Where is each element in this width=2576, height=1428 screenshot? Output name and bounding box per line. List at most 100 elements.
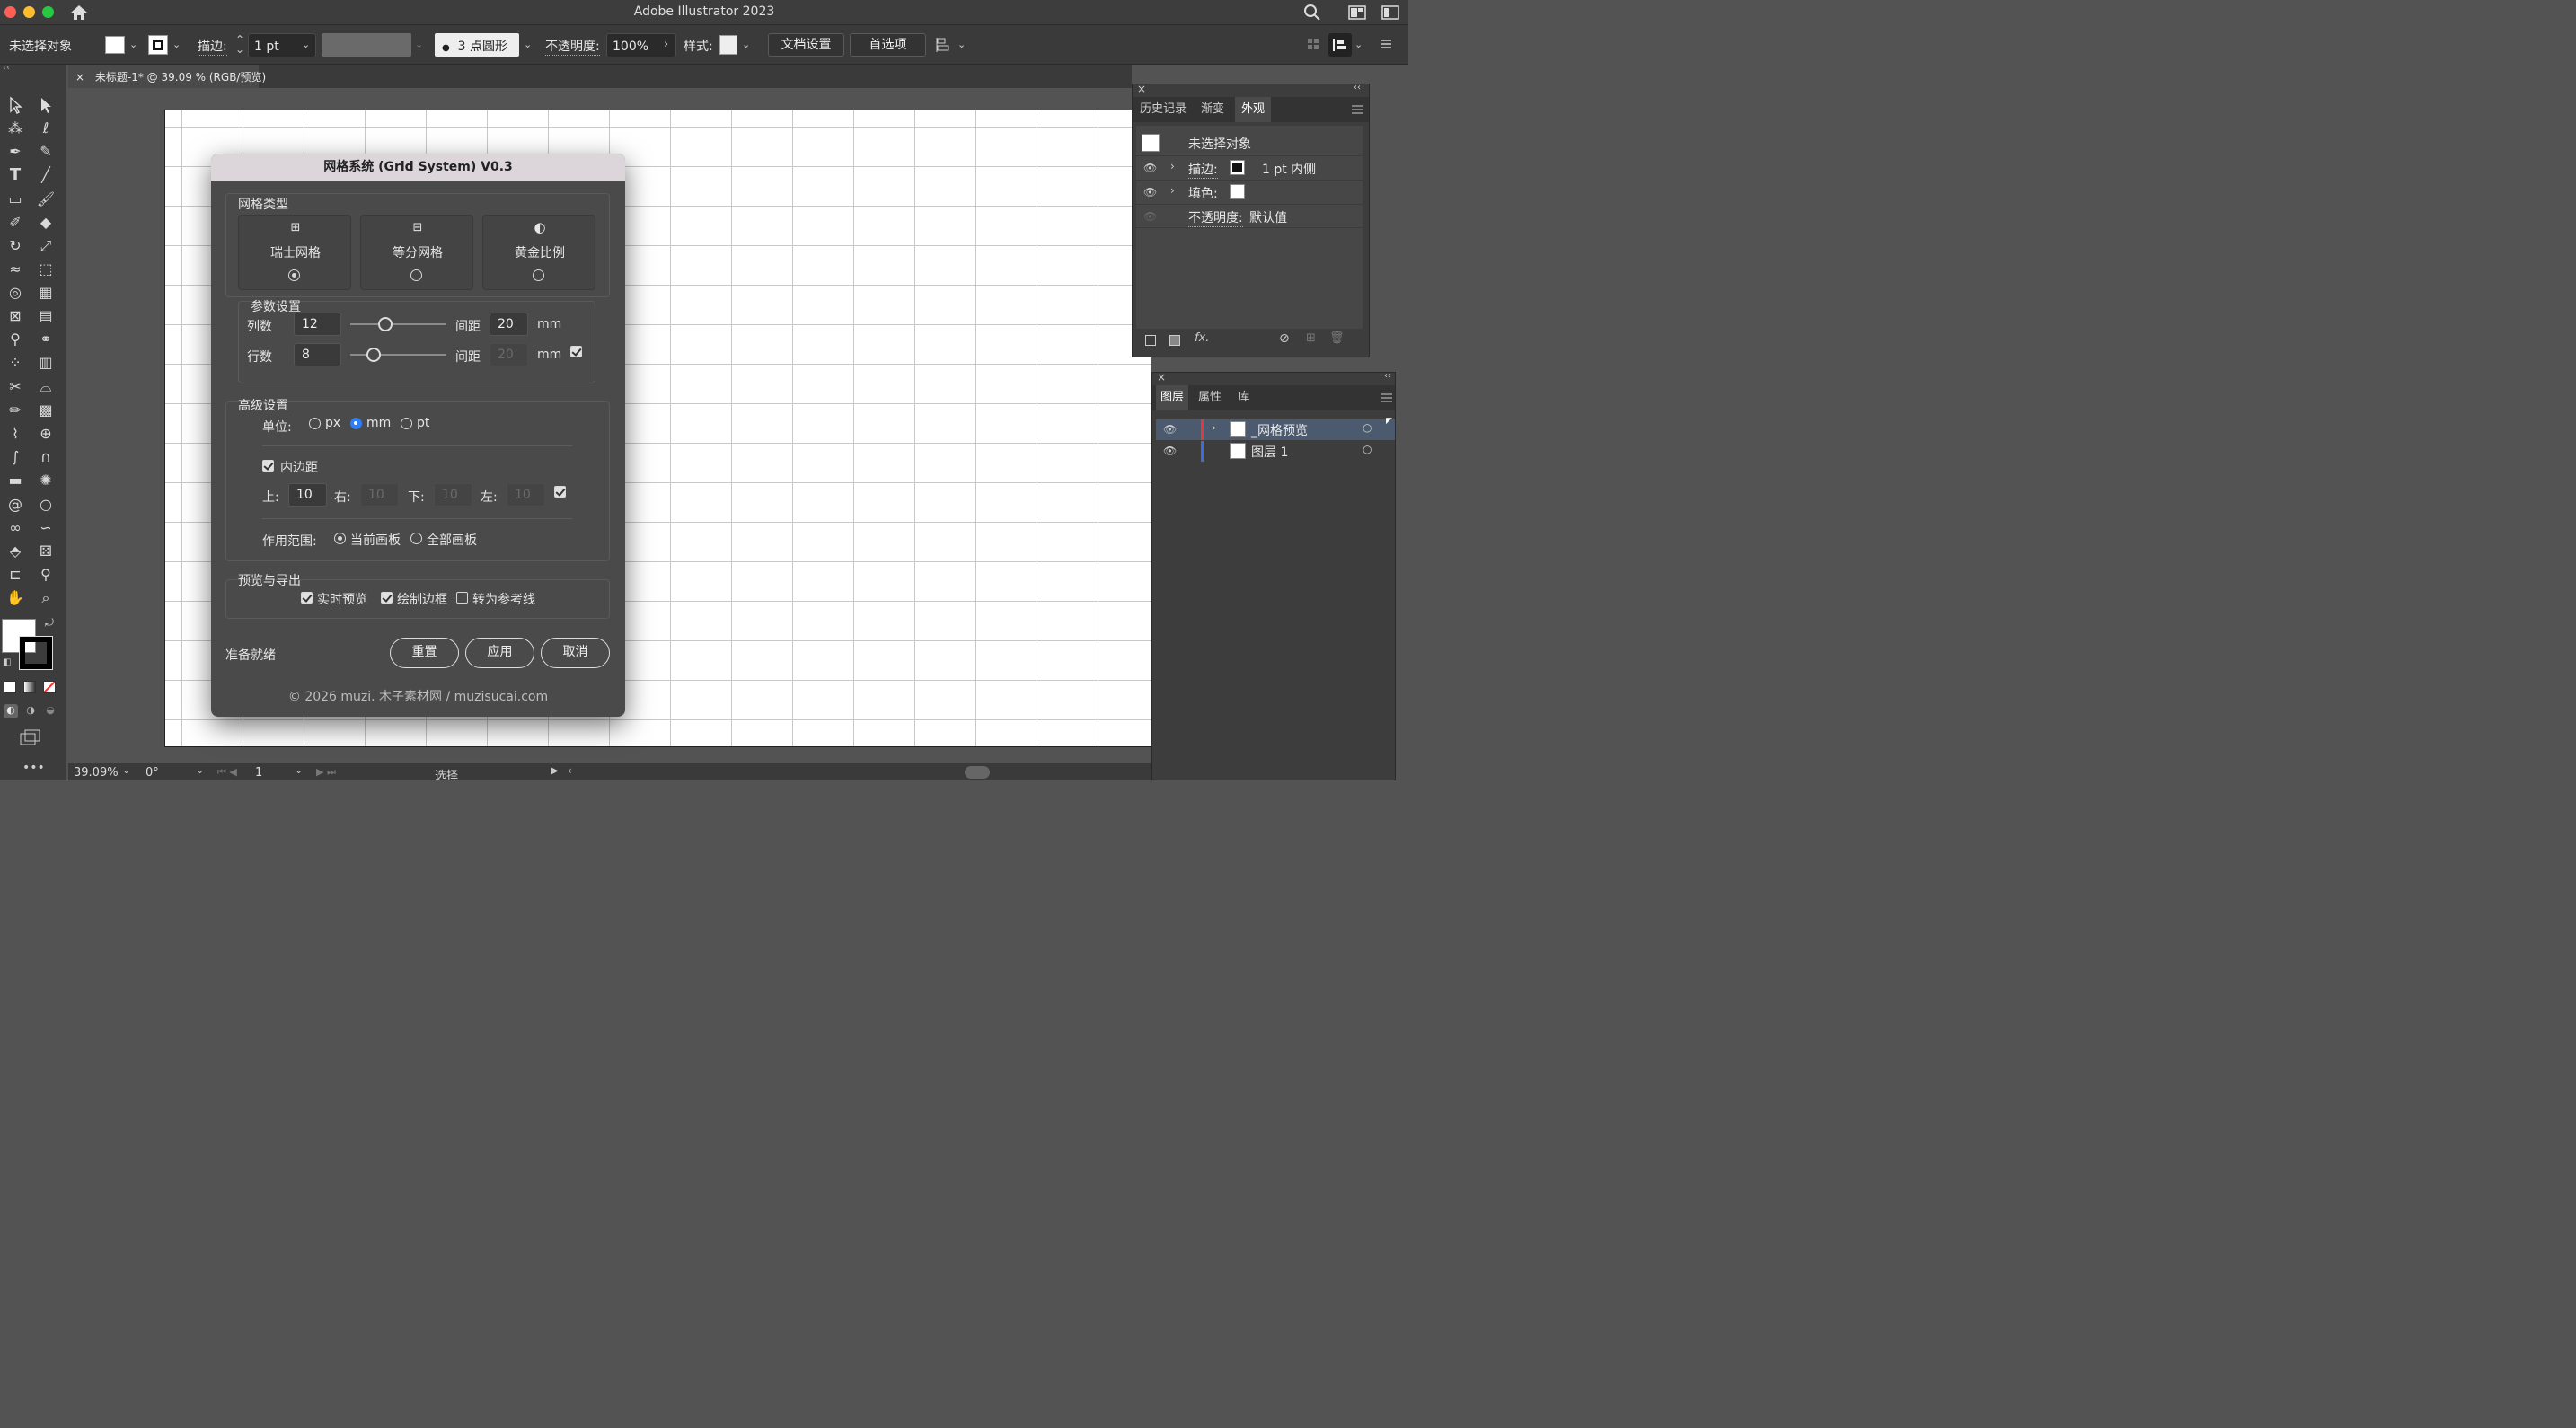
opacity-label[interactable]: 不透明度: bbox=[545, 37, 600, 56]
target-icon[interactable]: ○ bbox=[1363, 443, 1372, 455]
stroke-swatch[interactable] bbox=[1230, 160, 1245, 175]
artboard-tool-icon[interactable]: ✂ bbox=[5, 377, 25, 397]
crystallize-tool-icon[interactable]: ✺ bbox=[36, 471, 56, 490]
draw-border-checkbox[interactable] bbox=[381, 592, 393, 604]
stroke-color-swatch[interactable] bbox=[19, 636, 53, 670]
preferences-button[interactable]: 首选项 bbox=[850, 33, 926, 57]
grid-option-swiss[interactable]: ⊞ 瑞士网格 bbox=[238, 215, 351, 290]
mesh-tool-icon[interactable]: ⊠ bbox=[5, 306, 25, 326]
variable-width-profile[interactable] bbox=[322, 33, 411, 57]
line-tool-icon[interactable]: ╱ bbox=[36, 165, 56, 185]
artboard-number[interactable]: 1 bbox=[255, 766, 262, 780]
anchor-tool-icon[interactable]: ⌇ bbox=[5, 424, 25, 444]
zoom-tool-icon[interactable]: ⌕ bbox=[36, 588, 56, 608]
unit-pt-radio[interactable] bbox=[401, 418, 412, 429]
panel-layout-icon[interactable] bbox=[1381, 5, 1399, 20]
chevron-down-icon[interactable]: ⌄ bbox=[1354, 39, 1363, 50]
link-padding-checkbox[interactable] bbox=[554, 486, 566, 498]
ruler-tool-icon[interactable]: ▬ bbox=[5, 471, 25, 490]
symbol-sprayer-tool-icon[interactable]: ⁘ bbox=[5, 353, 25, 373]
tab-layers[interactable]: 图层 bbox=[1156, 385, 1188, 410]
graphic-style-swatch[interactable] bbox=[719, 35, 737, 55]
column-graph-tool-icon[interactable]: ▥ bbox=[36, 353, 56, 373]
path-tool-icon[interactable]: ∽ bbox=[36, 518, 56, 538]
crop-tool-icon[interactable]: ⊏ bbox=[5, 565, 25, 585]
chevron-down-icon[interactable]: ⌄ bbox=[129, 39, 137, 50]
close-tab-icon[interactable]: × bbox=[75, 71, 84, 84]
scope-current-radio[interactable] bbox=[334, 533, 346, 544]
chevron-down-icon[interactable]: ⌄ bbox=[742, 39, 750, 50]
columns-slider-track[interactable] bbox=[350, 323, 446, 325]
padding-right-input[interactable]: 10 bbox=[360, 483, 399, 507]
close-panel-icon[interactable]: × bbox=[1137, 83, 1146, 95]
chevron-right-icon[interactable]: › bbox=[1170, 184, 1175, 197]
chevron-down-icon[interactable]: ⌄ bbox=[415, 39, 423, 50]
shaper-tool-icon[interactable]: ✐ bbox=[5, 213, 25, 233]
padding-bottom-input[interactable]: 10 bbox=[434, 483, 472, 507]
layer-row-layer-1[interactable]: 👁︎ 图层 1 ○ bbox=[1156, 441, 1395, 462]
padding-left-input[interactable]: 10 bbox=[507, 483, 545, 507]
tab-gradient[interactable]: 渐变 bbox=[1192, 97, 1233, 122]
add-fill-icon[interactable] bbox=[1169, 335, 1180, 346]
duplicate-item-icon[interactable]: ⊞ bbox=[1306, 331, 1316, 345]
collapse-icon[interactable]: ‹‹ bbox=[3, 63, 10, 73]
chevron-down-icon[interactable]: ⌄ bbox=[172, 39, 181, 50]
lasso-tool-icon[interactable]: ℓ bbox=[36, 119, 56, 138]
draw-behind-icon[interactable]: ◑ bbox=[23, 704, 38, 718]
slice-tool-icon[interactable]: ⌓ bbox=[36, 377, 56, 397]
panel-menu-icon[interactable] bbox=[1352, 105, 1363, 114]
rotation-value[interactable]: 0° bbox=[146, 766, 159, 780]
stroke-label[interactable]: 描边: bbox=[198, 37, 227, 56]
glasses-tool-icon[interactable]: ∞ bbox=[5, 518, 25, 538]
shape-builder-tool-icon[interactable]: ◎ bbox=[5, 283, 25, 303]
chevron-down-icon[interactable]: ⌄ bbox=[122, 764, 130, 776]
tab-libraries[interactable]: 库 bbox=[1231, 385, 1257, 410]
appearance-stroke-row[interactable]: 👁︎ › 描边: 1 pt 内侧 bbox=[1136, 155, 1363, 180]
eraser-tool-icon[interactable]: ◆ bbox=[36, 213, 56, 233]
direct-selection-tool-icon[interactable] bbox=[36, 95, 56, 115]
curvature-tool-icon[interactable]: ✎ bbox=[36, 142, 56, 162]
play-icon[interactable]: ▶ bbox=[551, 766, 559, 776]
padding-top-input[interactable]: 10 bbox=[288, 483, 327, 507]
paintbrush-tool-icon[interactable]: 🖌︎ bbox=[36, 190, 56, 209]
ellipse-tool-icon[interactable]: ○ bbox=[36, 495, 56, 515]
rows-input[interactable]: 8 bbox=[294, 343, 341, 366]
live-preview-checkbox[interactable] bbox=[301, 592, 313, 604]
equal-grid-radio[interactable] bbox=[410, 269, 422, 281]
appearance-fill-row[interactable]: 👁︎ › 填色: bbox=[1136, 180, 1363, 204]
apply-button[interactable]: 应用 bbox=[465, 638, 534, 668]
puppet-warp-tool-icon[interactable]: ⊕ bbox=[36, 424, 56, 444]
layer-name[interactable]: 图层 1 bbox=[1251, 443, 1288, 461]
eye-icon[interactable]: 👁︎ bbox=[1143, 210, 1157, 223]
collapse-panel-icon[interactable]: ‹‹ bbox=[1384, 371, 1391, 381]
chevron-right-icon[interactable]: › bbox=[664, 38, 668, 51]
layer-row-grid-preview[interactable]: 👁︎ › _网格预览 ○ ◤ bbox=[1156, 417, 1395, 440]
zoom-level[interactable]: 39.09% bbox=[74, 766, 119, 780]
opacity-label[interactable]: 不透明度: bbox=[1188, 208, 1243, 227]
distribute-icon[interactable] bbox=[1328, 33, 1352, 57]
align-icon[interactable] bbox=[936, 37, 952, 53]
golden-ratio-radio[interactable] bbox=[533, 269, 544, 281]
rotate-tool-icon[interactable]: ↻ bbox=[5, 236, 25, 256]
draw-normal-icon[interactable]: ◐ bbox=[4, 704, 18, 718]
panel-menu-icon[interactable] bbox=[1381, 393, 1392, 402]
blend-tool-icon[interactable]: ⚭ bbox=[36, 330, 56, 349]
stroke-swatch[interactable] bbox=[148, 35, 168, 55]
tab-properties[interactable]: 属性 bbox=[1192, 385, 1228, 410]
dice-tool-icon[interactable]: ⚄ bbox=[36, 542, 56, 561]
stroke-label[interactable]: 描边: bbox=[1188, 160, 1218, 179]
search-icon[interactable] bbox=[1303, 4, 1321, 22]
link-gap-checkbox[interactable] bbox=[570, 346, 582, 357]
document-setup-button[interactable]: 文档设置 bbox=[768, 33, 844, 57]
close-panel-icon[interactable]: × bbox=[1157, 371, 1166, 383]
layer-name[interactable]: _网格预览 bbox=[1251, 421, 1308, 439]
stroke-stepper[interactable]: ⌃ ⌄ bbox=[235, 34, 244, 55]
appearance-opacity-row[interactable]: 👁︎ 不透明度: 默认值 bbox=[1136, 204, 1363, 228]
eye-icon[interactable]: 👁︎ bbox=[1143, 162, 1157, 174]
collapse-panel-icon[interactable]: ‹‹ bbox=[1354, 83, 1361, 93]
rows-gap-input[interactable]: 20 bbox=[490, 343, 528, 366]
fill-label[interactable]: 填色: bbox=[1188, 184, 1218, 202]
to-guides-checkbox[interactable] bbox=[456, 592, 468, 604]
live-paint-tool-icon[interactable]: ⬘ bbox=[5, 542, 25, 561]
width-tool-icon[interactable]: ≈ bbox=[5, 260, 25, 279]
